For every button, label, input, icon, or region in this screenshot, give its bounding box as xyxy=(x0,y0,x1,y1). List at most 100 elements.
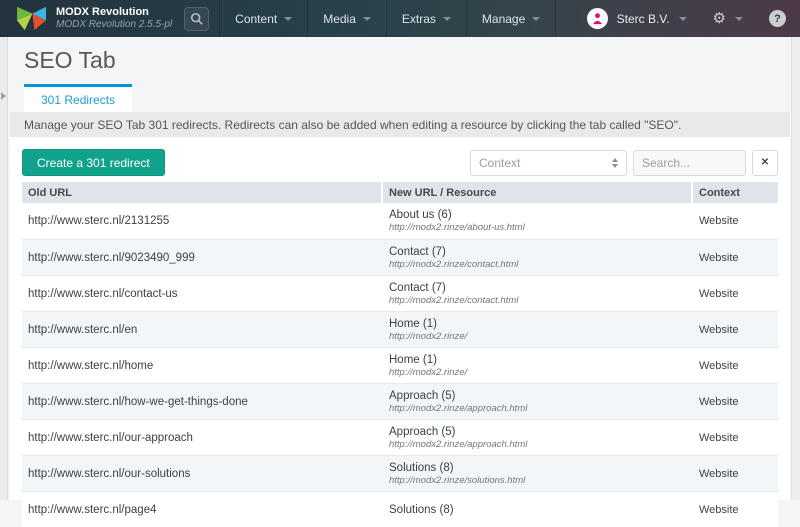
chevron-down-icon xyxy=(363,17,371,21)
new-url-cell: Home (1) http://modx2.rinze/ xyxy=(383,348,693,383)
resource-url: http://modx2.rinze/solutions.html xyxy=(389,475,693,486)
brand[interactable]: MODX Revolution MODX Revolution 2.5.5-pl xyxy=(0,0,184,37)
nav-menu-label: Content xyxy=(235,12,277,26)
modx-logo-icon xyxy=(16,5,47,32)
gear-icon[interactable]: ⚙ xyxy=(713,11,726,26)
main-nav: Content Media Extras Manage xyxy=(219,0,556,37)
nav-menu-item[interactable]: Content xyxy=(220,0,308,37)
content-panel: Manage your SEO Tab 301 redirects. Redir… xyxy=(10,112,790,500)
resource-title: Solutions (8) xyxy=(389,462,693,474)
new-url-cell: Home (1) http://modx2.rinze/ xyxy=(383,312,693,347)
filter-toolbar: Create a 301 redirect Context ✕ xyxy=(22,149,778,176)
user-menu[interactable]: Sterc B.V. xyxy=(617,12,670,26)
brand-title: MODX Revolution xyxy=(56,6,172,19)
select-updown-icon xyxy=(612,158,618,168)
new-url-cell: Contact (7) http://modx2.rinze/contact.h… xyxy=(383,276,693,311)
resource-title: Home (1) xyxy=(389,318,693,330)
table-row[interactable]: http://www.sterc.nl/en Home (1) http://m… xyxy=(22,311,778,347)
brand-text: MODX Revolution MODX Revolution 2.5.5-pl xyxy=(56,6,172,30)
table-row[interactable]: http://www.sterc.nl/contact-us Contact (… xyxy=(22,275,778,311)
context-select[interactable]: Context xyxy=(470,150,627,176)
tab-301-redirects[interactable]: 301 Redirects xyxy=(24,84,132,112)
nav-menu-item[interactable]: Media xyxy=(308,0,387,37)
redirects-table: Old URL New URL / Resource Context http:… xyxy=(22,182,778,527)
context-cell: Website xyxy=(693,348,778,383)
new-url-cell: Solutions (8) http://modx2.rinze/solutio… xyxy=(383,456,693,491)
resource-title: Contact (7) xyxy=(389,282,693,294)
old-url-cell: http://www.sterc.nl/2131255 xyxy=(22,203,383,239)
new-url-cell: About us (6) http://modx2.rinze/about-us… xyxy=(383,203,693,239)
old-url-cell: http://www.sterc.nl/contact-us xyxy=(22,276,383,311)
new-url-cell: Approach (5) http://modx2.rinze/approach… xyxy=(383,420,693,455)
table-row[interactable]: http://www.sterc.nl/page4 Solutions (8) … xyxy=(22,491,778,527)
column-header-old-url[interactable]: Old URL xyxy=(22,182,383,203)
avatar[interactable] xyxy=(587,8,608,29)
resource-url: http://modx2.rinze/approach.html xyxy=(389,439,693,450)
resource-url: http://modx2.rinze/contact.html xyxy=(389,259,693,270)
old-url-cell: http://www.sterc.nl/home xyxy=(22,348,383,383)
context-cell: Website xyxy=(693,203,778,239)
resource-title: Solutions (8) xyxy=(389,504,693,516)
context-cell: Website xyxy=(693,312,778,347)
help-icon[interactable]: ? xyxy=(769,10,786,27)
resource-url: http://modx2.rinze/ xyxy=(389,367,693,378)
chevron-down-icon xyxy=(679,17,687,21)
old-url-cell: http://www.sterc.nl/9023490_999 xyxy=(22,240,383,275)
nav-menu-label: Media xyxy=(323,12,356,26)
nav-menu-item[interactable]: Extras xyxy=(387,0,467,37)
resource-title: Contact (7) xyxy=(389,246,693,258)
table-row[interactable]: http://www.sterc.nl/home Home (1) http:/… xyxy=(22,347,778,383)
resource-title: Home (1) xyxy=(389,354,693,366)
table-row[interactable]: http://www.sterc.nl/how-we-get-things-do… xyxy=(22,383,778,419)
clear-filter-button[interactable]: ✕ xyxy=(752,150,778,176)
nav-menu-item[interactable]: Manage xyxy=(467,0,556,37)
new-url-cell: Solutions (8) xyxy=(383,492,693,527)
resource-title: Approach (5) xyxy=(389,426,693,438)
create-redirect-button[interactable]: Create a 301 redirect xyxy=(22,149,165,176)
old-url-cell: http://www.sterc.nl/how-we-get-things-do… xyxy=(22,384,383,419)
west-panel-collapse-handle[interactable] xyxy=(0,37,8,500)
context-select-value: Context xyxy=(479,156,520,170)
resource-url: http://modx2.rinze/contact.html xyxy=(389,295,693,306)
old-url-cell: http://www.sterc.nl/page4 xyxy=(22,492,383,527)
context-cell: Website xyxy=(693,456,778,491)
column-header-new-url[interactable]: New URL / Resource xyxy=(383,182,693,203)
search-button[interactable] xyxy=(184,7,209,31)
description-text: Manage your SEO Tab 301 redirects. Redir… xyxy=(10,112,790,137)
table-row[interactable]: http://www.sterc.nl/our-approach Approac… xyxy=(22,419,778,455)
topbar-right: Sterc B.V. ⚙ ? xyxy=(587,8,800,29)
chevron-down-icon xyxy=(735,17,743,21)
table-row[interactable]: http://www.sterc.nl/2131255 About us (6)… xyxy=(22,203,778,239)
table-row[interactable]: http://www.sterc.nl/9023490_999 Contact … xyxy=(22,239,778,275)
context-cell: Website xyxy=(693,420,778,455)
filter-controls: Context ✕ xyxy=(470,150,778,176)
nav-menu-label: Extras xyxy=(402,12,436,26)
table-row[interactable]: http://www.sterc.nl/our-solutions Soluti… xyxy=(22,455,778,491)
search-input[interactable] xyxy=(633,150,746,176)
context-cell: Website xyxy=(693,384,778,419)
context-cell: Website xyxy=(693,492,778,527)
table-header-row: Old URL New URL / Resource Context xyxy=(22,182,778,203)
column-header-context[interactable]: Context xyxy=(693,182,778,203)
resource-url: http://modx2.rinze/ xyxy=(389,331,693,342)
resource-url: http://modx2.rinze/about-us.html xyxy=(389,222,693,233)
resource-title: About us (6) xyxy=(389,209,693,221)
resource-url: http://modx2.rinze/approach.html xyxy=(389,403,693,414)
page-title: SEO Tab xyxy=(24,47,116,74)
new-url-cell: Approach (5) http://modx2.rinze/approach… xyxy=(383,384,693,419)
old-url-cell: http://www.sterc.nl/en xyxy=(22,312,383,347)
new-url-cell: Contact (7) http://modx2.rinze/contact.h… xyxy=(383,240,693,275)
nav-menu-label: Manage xyxy=(482,12,525,26)
chevron-down-icon xyxy=(532,17,540,21)
old-url-cell: http://www.sterc.nl/our-solutions xyxy=(22,456,383,491)
old-url-cell: http://www.sterc.nl/our-approach xyxy=(22,420,383,455)
context-cell: Website xyxy=(693,276,778,311)
chevron-down-icon xyxy=(443,17,451,21)
search-icon xyxy=(190,12,204,26)
top-bar: MODX Revolution MODX Revolution 2.5.5-pl… xyxy=(0,0,800,37)
resource-title: Approach (5) xyxy=(389,390,693,402)
chevron-down-icon xyxy=(284,17,292,21)
brand-subtitle: MODX Revolution 2.5.5-pl xyxy=(56,19,172,31)
table-body: http://www.sterc.nl/2131255 About us (6)… xyxy=(22,203,778,527)
scrollbar-track[interactable] xyxy=(791,37,800,500)
